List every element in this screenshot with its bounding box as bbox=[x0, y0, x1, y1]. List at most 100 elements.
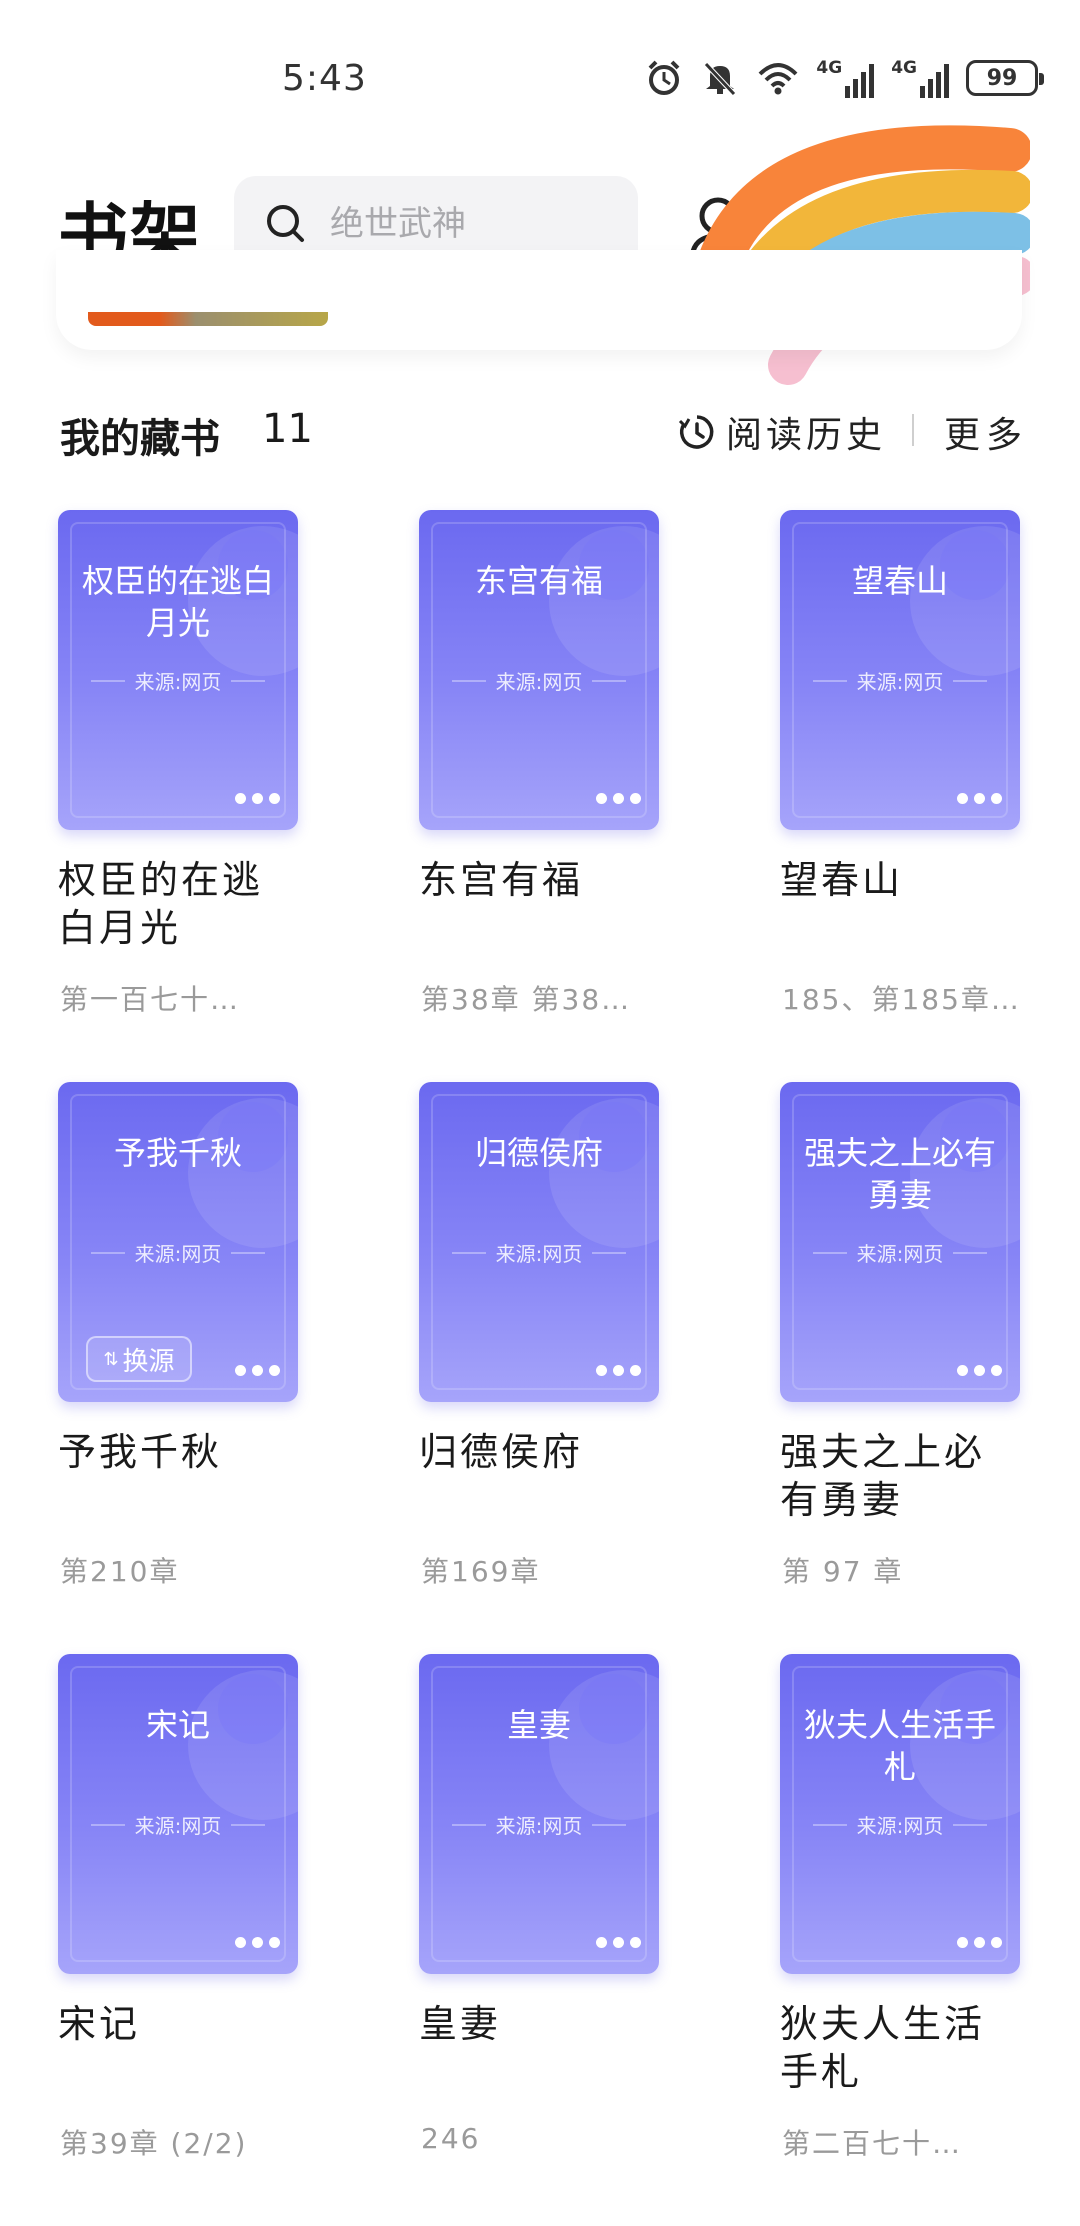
wifi-icon bbox=[758, 63, 798, 95]
reading-history-label: 阅读历史 bbox=[726, 415, 887, 456]
signal-bars-icon bbox=[845, 64, 875, 98]
cover-source: 来源:网页 bbox=[419, 1810, 659, 1839]
source-line-right bbox=[231, 1823, 266, 1826]
mute-bell-icon bbox=[704, 62, 737, 96]
cover-source: 来源:网页 bbox=[58, 666, 298, 695]
book-progress: 第38章 第38… bbox=[421, 983, 632, 1016]
book-name: 予我千秋 bbox=[58, 1430, 223, 1474]
search-input[interactable] bbox=[330, 204, 630, 244]
book-progress: 第二百七十… bbox=[782, 2127, 963, 2160]
cover-source-label: 来源:网页 bbox=[495, 1814, 583, 1838]
book-count: 11 bbox=[262, 406, 313, 452]
network-type-2: 4G bbox=[891, 58, 917, 78]
book-progress: 185、第185章… bbox=[782, 983, 1021, 1016]
more-options-icon[interactable] bbox=[957, 793, 1002, 804]
cover-source: 来源:网页 bbox=[58, 1810, 298, 1839]
book-item[interactable]: 权臣的在逃白月光 来源:网页 权臣的在逃白月光 第一百七十… bbox=[58, 510, 298, 1082]
battery-level: 99 bbox=[986, 65, 1018, 91]
cover-title: 宋记 bbox=[145, 1706, 210, 1744]
more-options-icon[interactable] bbox=[235, 1365, 280, 1376]
book-progress: 第210章 bbox=[60, 1555, 180, 1588]
switch-source-button[interactable]: ⇅ 换源 bbox=[86, 1336, 192, 1382]
book-item[interactable]: 归德侯府 来源:网页 归德侯府 第169章 bbox=[419, 1082, 659, 1654]
book-cover[interactable]: 东宫有福 来源:网页 bbox=[419, 510, 659, 830]
source-line-right bbox=[592, 1251, 627, 1254]
book-grid: 权臣的在逃白月光 来源:网页 权臣的在逃白月光 第一百七十… 东宫有福 来源:网… bbox=[58, 510, 1024, 2226]
source-line-right bbox=[953, 679, 988, 682]
book-cover[interactable]: 强夫之上必有勇妻 来源:网页 bbox=[780, 1082, 1020, 1402]
section-title: 我的藏书 bbox=[60, 416, 220, 462]
cover-title: 归德侯府 bbox=[474, 1134, 603, 1172]
reading-history-link[interactable]: 阅读历史 bbox=[678, 406, 886, 458]
source-line-left bbox=[812, 1251, 847, 1254]
more-options-icon[interactable] bbox=[235, 1937, 280, 1948]
book-cover[interactable]: 狄夫人生活手札 来源:网页 bbox=[780, 1654, 1020, 1974]
source-line-left bbox=[90, 679, 125, 682]
book-progress: 第一百七十… bbox=[60, 983, 241, 1016]
cover-source-label: 来源:网页 bbox=[134, 1242, 222, 1266]
source-line-left bbox=[812, 1823, 847, 1826]
source-line-right bbox=[231, 1251, 266, 1254]
cover-source: 来源:网页 bbox=[419, 666, 659, 695]
source-line-right bbox=[231, 679, 266, 682]
cover-title: 狄夫人生活手札 bbox=[803, 1706, 996, 1786]
banner-card[interactable] bbox=[56, 250, 1022, 350]
book-name: 强夫之上必有勇妻 bbox=[780, 1430, 986, 1522]
cover-title: 皇妻 bbox=[506, 1706, 571, 1744]
header-divider bbox=[912, 414, 914, 446]
network-type-1: 4G bbox=[816, 58, 843, 78]
more-options-icon[interactable] bbox=[957, 1365, 1002, 1376]
book-item[interactable]: 宋记 来源:网页 宋记 第39章 (2/2) bbox=[58, 1654, 298, 2226]
history-clock-icon bbox=[678, 415, 714, 449]
cover-source: 来源:网页 bbox=[780, 1238, 1020, 1267]
more-options-icon[interactable] bbox=[957, 1937, 1002, 1948]
source-line-right bbox=[953, 1823, 988, 1826]
book-item[interactable]: 东宫有福 来源:网页 东宫有福 第38章 第38… bbox=[419, 510, 659, 1082]
cover-source-label: 来源:网页 bbox=[134, 670, 222, 694]
book-item[interactable]: 狄夫人生活手札 来源:网页 狄夫人生活手札 第二百七十… bbox=[780, 1654, 1020, 2226]
book-name: 皇妻 bbox=[419, 2002, 502, 2046]
book-name: 狄夫人生活手札 bbox=[780, 2002, 986, 2094]
signal-bars-icon bbox=[920, 64, 949, 98]
alarm-icon bbox=[648, 60, 680, 95]
switch-source-label: 换源 bbox=[122, 1346, 175, 1377]
book-progress: 第169章 bbox=[421, 1555, 541, 1588]
banner-image-strip bbox=[88, 312, 328, 326]
book-item[interactable]: 予我千秋 来源:网页 ⇅ 换源 予我千秋 第210章 bbox=[58, 1082, 298, 1654]
swap-icon: ⇅ bbox=[103, 1348, 119, 1370]
book-item[interactable]: 望春山 来源:网页 望春山 185、第185章… bbox=[780, 510, 1020, 1082]
book-name: 宋记 bbox=[58, 2002, 141, 2046]
cover-source-label: 来源:网页 bbox=[495, 1242, 583, 1266]
book-name: 归德侯府 bbox=[419, 1430, 584, 1474]
cover-source: 来源:网页 bbox=[58, 1238, 298, 1267]
cover-title: 强夫之上必有勇妻 bbox=[803, 1134, 996, 1214]
search-icon bbox=[267, 205, 304, 242]
more-options-icon[interactable] bbox=[596, 793, 641, 804]
source-line-left bbox=[451, 1251, 486, 1254]
more-options-icon[interactable] bbox=[235, 793, 280, 804]
source-line-left bbox=[451, 679, 486, 682]
cover-source-label: 来源:网页 bbox=[856, 1242, 944, 1266]
book-cover[interactable]: 望春山 来源:网页 bbox=[780, 510, 1020, 830]
more-options-icon[interactable] bbox=[596, 1937, 641, 1948]
more-options-icon[interactable] bbox=[596, 1365, 641, 1376]
book-progress: 第 97 章 bbox=[782, 1555, 904, 1588]
book-cover[interactable]: 宋记 来源:网页 bbox=[58, 1654, 298, 1974]
book-cover[interactable]: 予我千秋 来源:网页 ⇅ 换源 bbox=[58, 1082, 298, 1402]
book-cover[interactable]: 归德侯府 来源:网页 bbox=[419, 1082, 659, 1402]
source-line-left bbox=[90, 1823, 125, 1826]
source-line-left bbox=[451, 1823, 486, 1826]
book-name: 权臣的在逃白月光 bbox=[58, 858, 264, 950]
book-cover[interactable]: 权臣的在逃白月光 来源:网页 bbox=[58, 510, 298, 830]
status-icons: 4G 4G 99 bbox=[644, 56, 1044, 100]
book-item[interactable]: 强夫之上必有勇妻 来源:网页 强夫之上必有勇妻 第 97 章 bbox=[780, 1082, 1020, 1654]
book-item[interactable]: 皇妻 来源:网页 皇妻 246 bbox=[419, 1654, 659, 2226]
book-cover[interactable]: 皇妻 来源:网页 bbox=[419, 1654, 659, 1974]
source-line-right bbox=[953, 1251, 988, 1254]
more-link[interactable]: 更多 bbox=[944, 406, 1028, 458]
book-name: 东宫有福 bbox=[419, 858, 584, 902]
source-line-right bbox=[592, 679, 627, 682]
cellular-signal-1: 4G bbox=[816, 58, 875, 98]
status-time: 5:43 bbox=[282, 58, 367, 99]
source-line-left bbox=[90, 1251, 125, 1254]
